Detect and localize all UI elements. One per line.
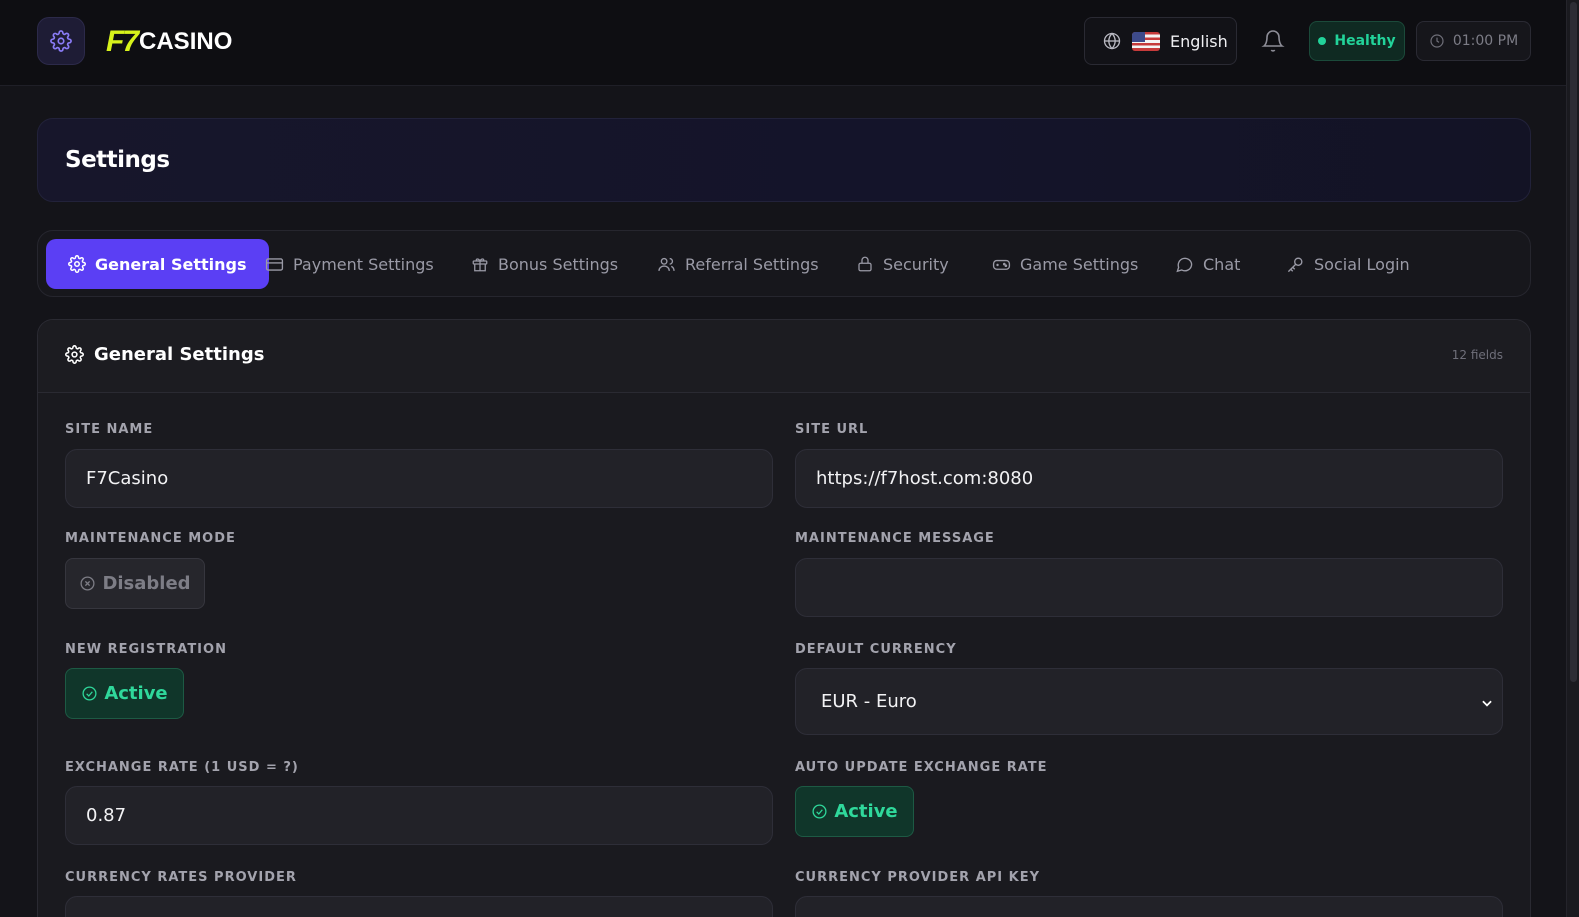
tab-security[interactable]: Security xyxy=(856,239,949,289)
panel-title: General Settings xyxy=(65,344,264,365)
clock-icon xyxy=(1430,34,1444,48)
tab-label: Chat xyxy=(1203,254,1241,274)
page-title: Settings xyxy=(65,147,170,173)
new-registration-label: NEW REGISTRATION xyxy=(65,642,227,657)
health-status-label: Healthy xyxy=(1334,33,1396,49)
tab-referral-settings[interactable]: Referral Settings xyxy=(657,239,819,289)
bell-icon[interactable] xyxy=(1261,29,1285,53)
chevron-down-icon xyxy=(1482,700,1492,707)
currency-rates-provider-label: CURRENCY RATES PROVIDER xyxy=(65,870,297,885)
auto-update-exchange-rate-value: Active xyxy=(834,801,898,822)
default-currency-label: DEFAULT CURRENCY xyxy=(795,642,957,657)
credit-card-icon xyxy=(265,257,284,271)
maintenance-mode-label: MAINTENANCE MODE xyxy=(65,531,236,546)
scrollbar-thumb[interactable] xyxy=(1570,2,1577,682)
tab-label: Social Login xyxy=(1314,254,1410,274)
tab-label: Referral Settings xyxy=(685,254,819,274)
clock-time: 01:00 PM xyxy=(1452,33,1519,49)
tab-general-settings[interactable]: General Settings xyxy=(46,239,269,289)
general-settings-panel: General Settings 12 fields SITE NAME F7C… xyxy=(37,319,1531,917)
currency-rates-provider-input[interactable] xyxy=(65,896,773,917)
tab-chat[interactable]: Chat xyxy=(1175,239,1240,289)
currency-provider-api-key-label: CURRENCY PROVIDER API KEY xyxy=(795,870,1041,885)
status-dot-icon xyxy=(1318,37,1327,45)
lock-icon xyxy=(858,256,872,272)
new-registration-toggle[interactable]: Active xyxy=(65,668,184,719)
tab-label: Security xyxy=(883,254,949,274)
tab-game-settings[interactable]: Game Settings xyxy=(992,239,1138,289)
site-name-label: SITE NAME xyxy=(65,422,154,437)
settings-menu-button[interactable] xyxy=(37,17,85,65)
site-url-input[interactable]: https://f7host.com:8080 xyxy=(795,449,1503,508)
chat-bubble-icon xyxy=(1176,257,1193,272)
gear-icon xyxy=(68,255,86,273)
field-count: 12 fields xyxy=(1451,348,1503,362)
page-header-card: Settings xyxy=(37,118,1531,202)
logo-text: CASINO xyxy=(139,28,233,55)
new-registration-value: Active xyxy=(104,683,168,704)
default-currency-select[interactable]: EUR - Euro xyxy=(795,668,1503,735)
users-icon xyxy=(658,257,675,271)
maintenance-mode-value: Disabled xyxy=(102,573,191,594)
page-scrollbar[interactable] xyxy=(1566,0,1579,917)
tab-social-login[interactable]: Social Login xyxy=(1286,239,1410,289)
maintenance-message-label: MAINTENANCE MESSAGE xyxy=(795,531,995,546)
currency-provider-api-key-input[interactable] xyxy=(795,896,1503,917)
key-icon xyxy=(1287,256,1303,272)
brand-logo[interactable]: F7 CASINO xyxy=(106,25,233,58)
settings-tabs: General Settings Payment Settings Bonus … xyxy=(37,230,1531,297)
gear-icon xyxy=(50,30,72,52)
language-label: English xyxy=(1170,31,1228,51)
gamepad-icon xyxy=(992,259,1011,270)
maintenance-mode-toggle[interactable]: Disabled xyxy=(65,558,205,609)
auto-update-exchange-rate-label: AUTO UPDATE EXCHANGE RATE xyxy=(795,760,1048,775)
maintenance-message-input[interactable] xyxy=(795,558,1503,617)
us-flag-icon xyxy=(1132,31,1160,51)
tab-payment-settings[interactable]: Payment Settings xyxy=(265,239,434,289)
check-circle-icon xyxy=(82,686,97,701)
tab-label: General Settings xyxy=(95,254,247,274)
exchange-rate-input[interactable]: 0.87 xyxy=(65,786,773,845)
tab-label: Bonus Settings xyxy=(498,254,619,274)
site-name-input[interactable]: F7Casino xyxy=(65,449,773,508)
tab-label: Payment Settings xyxy=(293,254,434,274)
site-url-label: SITE URL xyxy=(795,422,869,437)
gear-icon xyxy=(65,345,84,364)
check-circle-icon xyxy=(812,804,827,819)
clock-display: 01:00 PM xyxy=(1416,21,1531,61)
language-selector[interactable]: English xyxy=(1084,17,1237,65)
panel-title-label: General Settings xyxy=(94,344,265,365)
x-circle-icon xyxy=(80,576,95,591)
tab-bonus-settings[interactable]: Bonus Settings xyxy=(471,239,618,289)
health-status-badge: Healthy xyxy=(1309,21,1405,61)
panel-header: General Settings 12 fields xyxy=(38,320,1530,393)
exchange-rate-label: EXCHANGE RATE (1 USD = ?) xyxy=(65,760,299,775)
gift-icon xyxy=(472,258,488,272)
tab-label: Game Settings xyxy=(1020,254,1139,274)
top-bar: F7 CASINO English Healthy 01:00 PM xyxy=(0,0,1566,86)
logo-mark: F7 xyxy=(106,25,139,58)
default-currency-value: EUR - Euro xyxy=(821,691,917,712)
auto-update-exchange-rate-toggle[interactable]: Active xyxy=(795,786,914,837)
globe-icon xyxy=(1103,32,1121,50)
